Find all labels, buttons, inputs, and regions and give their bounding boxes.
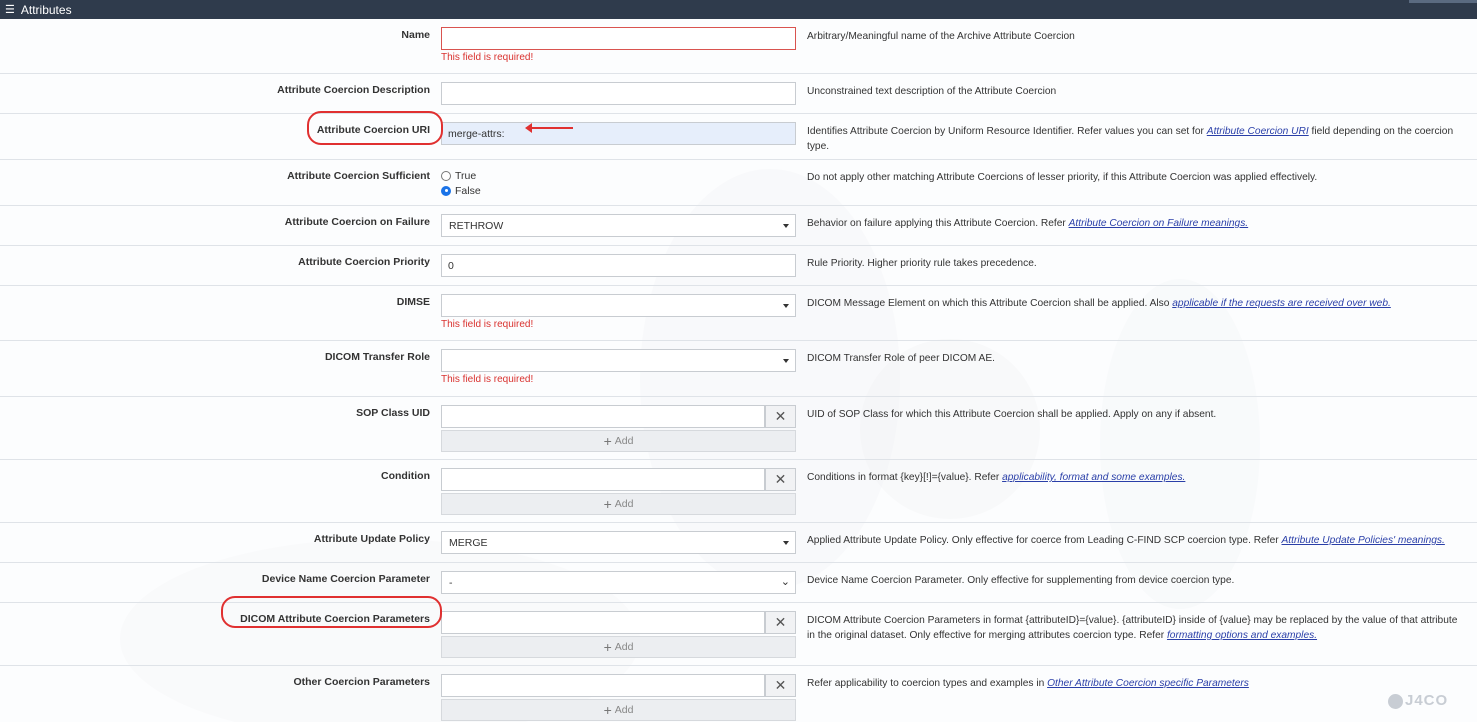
radio-true[interactable]: True (441, 168, 796, 183)
row-other-params: Other Coercion Parameters ✕ + Add Refer a… (0, 666, 1477, 722)
plus-icon: + (603, 433, 612, 449)
row-sufficient: Attribute Coercion Sufficient True False… (0, 160, 1477, 206)
dicom-params-help-link[interactable]: formatting options and examples. (1167, 630, 1317, 641)
dimse-description: DICOM Message Element on which this Attr… (807, 298, 1391, 309)
plus-icon: + (603, 496, 612, 512)
name-label: Name (401, 29, 430, 41)
condition-add-button[interactable]: + Add (441, 493, 796, 515)
transfer-role-error: This field is required! (441, 374, 534, 385)
logo-circle-icon (1388, 693, 1403, 709)
transfer-role-label: DICOM Transfer Role (324, 351, 430, 363)
clear-icon[interactable]: ✕ (765, 405, 796, 428)
hamburger-icon[interactable]: ☰ (5, 3, 15, 16)
dimse-error: This field is required! (441, 319, 534, 330)
description-label: Attribute Coercion Description (277, 84, 430, 96)
condition-description: Conditions in format {key}[!]={value}. R… (807, 472, 1186, 483)
radio-false[interactable]: False (441, 183, 796, 198)
update-policy-label: Attribute Update Policy (313, 533, 430, 545)
row-dimse: DIMSE This field is required! DICOM Mess… (0, 286, 1477, 341)
row-description: Attribute Coercion Description Unconstra… (0, 74, 1477, 114)
dicom-params-add-button[interactable]: + Add (441, 636, 796, 658)
sop-class-description: UID of SOP Class for which this Attribut… (807, 409, 1217, 420)
name-input[interactable] (441, 27, 796, 50)
sop-class-add-button[interactable]: + Add (441, 430, 796, 452)
description-input[interactable] (441, 82, 796, 105)
uri-description: Identifies Attribute Coercion by Uniform… (807, 126, 1454, 152)
dicom-params-input[interactable] (441, 611, 765, 634)
condition-help-link[interactable]: applicability, format and some examples. (1002, 472, 1185, 483)
j4care-logo: J4CO (1388, 692, 1448, 709)
row-update-policy: Attribute Update Policy MERGE Applied At… (0, 523, 1477, 563)
clear-icon[interactable]: ✕ (765, 468, 796, 491)
uri-input[interactable] (441, 122, 796, 145)
condition-label: Condition (381, 470, 430, 482)
row-on-failure: Attribute Coercion on Failure RETHROW Be… (0, 206, 1477, 246)
clear-icon[interactable]: ✕ (765, 611, 796, 634)
row-uri: Attribute Coercion URI Identifies Attrib… (0, 114, 1477, 160)
priority-description: Rule Priority. Higher priority rule take… (807, 258, 1037, 269)
on-failure-help-link[interactable]: Attribute Coercion on Failure meanings. (1069, 218, 1249, 229)
dicom-params-description: DICOM Attribute Coercion Parameters in f… (807, 615, 1458, 641)
update-policy-description: Applied Attribute Update Policy. Only ef… (807, 535, 1445, 546)
sufficient-label: Attribute Coercion Sufficient (287, 170, 430, 182)
priority-label: Attribute Coercion Priority (298, 256, 430, 268)
transfer-role-select[interactable] (441, 349, 796, 372)
on-failure-select[interactable]: RETHROW (441, 214, 796, 237)
radio-true-circle[interactable] (441, 170, 451, 181)
panel-titlebar: ☰ Attributes (0, 0, 1477, 19)
plus-icon: + (603, 702, 612, 718)
other-params-input[interactable] (441, 674, 765, 697)
caret-down-icon (783, 541, 789, 545)
device-name-select[interactable]: - ⌄ (441, 571, 796, 594)
on-failure-label: Attribute Coercion on Failure (284, 216, 430, 228)
name-description: Arbitrary/Meaningful name of the Archive… (807, 31, 1075, 42)
other-params-label: Other Coercion Parameters (293, 676, 430, 688)
clear-icon[interactable]: ✕ (765, 674, 796, 697)
update-policy-help-link[interactable]: Attribute Update Policies' meanings. (1282, 535, 1445, 546)
caret-down-icon (783, 224, 789, 228)
panel-title: Attributes (20, 2, 72, 17)
annotation-oval-uri (307, 111, 443, 145)
sop-class-label: SOP Class UID (356, 407, 430, 419)
on-failure-description: Behavior on failure applying this Attrib… (807, 218, 1249, 229)
name-error: This field is required! (441, 52, 534, 63)
sop-class-input[interactable] (441, 405, 765, 428)
sufficient-description: Do not apply other matching Attribute Co… (807, 172, 1318, 183)
row-transfer-role: DICOM Transfer Role This field is requir… (0, 341, 1477, 397)
dimse-help-link[interactable]: applicable if the requests are received … (1172, 298, 1391, 309)
other-params-help-link[interactable]: Other Attribute Coercion specific Parame… (1047, 678, 1249, 689)
caret-down-icon (783, 304, 789, 308)
device-name-label: Device Name Coercion Parameter (261, 573, 430, 585)
other-params-description: Refer applicability to coercion types an… (807, 678, 1249, 689)
row-priority: Attribute Coercion Priority Rule Priorit… (0, 246, 1477, 286)
row-sop-class: SOP Class UID ✕ + Add UID of SOP Class fo… (0, 397, 1477, 460)
other-params-add-button[interactable]: + Add (441, 699, 796, 721)
dimse-select[interactable] (441, 294, 796, 317)
priority-input[interactable] (441, 254, 796, 277)
update-policy-select[interactable]: MERGE (441, 531, 796, 554)
description-description: Unconstrained text description of the At… (807, 86, 1057, 97)
dimse-label: DIMSE (396, 296, 430, 308)
row-condition: Condition ✕ + Add Conditions in format {k… (0, 460, 1477, 523)
chevron-down-icon: ⌄ (780, 576, 790, 588)
titlebar-corner-accent (1409, 0, 1477, 3)
caret-down-icon (783, 359, 789, 363)
row-name: Name This field is required! Arbitrary/M… (0, 19, 1477, 74)
radio-false-circle[interactable] (441, 185, 451, 196)
device-name-description: Device Name Coercion Parameter. Only eff… (807, 575, 1235, 586)
row-device-name: Device Name Coercion Parameter - ⌄ Device… (0, 563, 1477, 603)
plus-icon: + (603, 639, 612, 655)
transfer-role-description: DICOM Transfer Role of peer DICOM AE. (807, 353, 995, 364)
condition-input[interactable] (441, 468, 765, 491)
uri-help-link[interactable]: Attribute Coercion URI (1207, 126, 1309, 137)
annotation-arrow-icon (525, 123, 573, 133)
annotation-oval-dicom-params (221, 596, 442, 628)
